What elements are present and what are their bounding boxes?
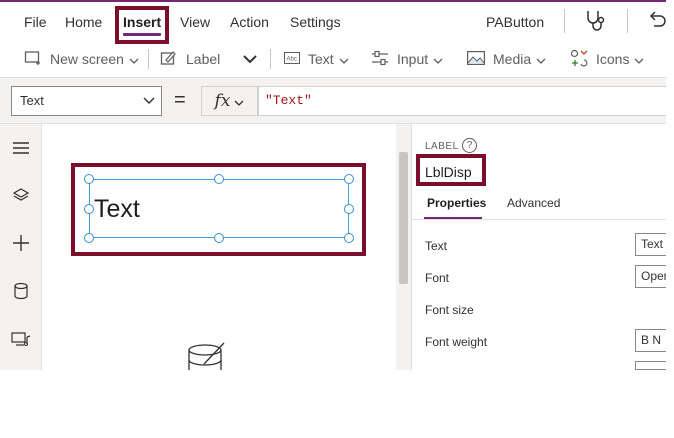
left-rail bbox=[0, 124, 42, 370]
menu-divider bbox=[564, 9, 565, 33]
tab-advanced[interactable]: Advanced bbox=[507, 196, 560, 210]
text-input-icon: Abc bbox=[284, 51, 300, 67]
resize-handle-left[interactable] bbox=[84, 204, 94, 214]
new-screen-icon bbox=[24, 50, 42, 69]
plus-icon[interactable] bbox=[7, 229, 35, 257]
window-right-edge bbox=[666, 0, 674, 370]
label-button[interactable]: Label bbox=[160, 40, 220, 78]
resize-handle-right[interactable] bbox=[344, 204, 354, 214]
resize-handle-top-right[interactable] bbox=[344, 174, 354, 184]
screenshot-bottom-area bbox=[0, 370, 674, 438]
data-source-icon bbox=[186, 342, 228, 372]
new-screen-button[interactable]: New screen bbox=[24, 40, 139, 78]
resize-handle-bottom[interactable] bbox=[214, 233, 224, 243]
input-button[interactable]: Input bbox=[371, 40, 443, 78]
help-icon[interactable]: ? bbox=[462, 138, 477, 153]
hamburger-icon[interactable] bbox=[7, 134, 35, 162]
label-button-text: Label bbox=[186, 51, 221, 67]
new-screen-label: New screen bbox=[50, 51, 124, 67]
menu-file[interactable]: File bbox=[24, 2, 47, 40]
menu-divider-2 bbox=[627, 9, 628, 33]
app-name: PAButton bbox=[486, 14, 545, 30]
label-control-text[interactable]: Text bbox=[94, 194, 140, 224]
property-label-font-size: Font size bbox=[425, 303, 474, 317]
undo-icon[interactable] bbox=[648, 10, 666, 30]
fx-icon: fx bbox=[214, 91, 231, 111]
label-dropdown-button[interactable] bbox=[242, 40, 258, 78]
label-edit-icon bbox=[160, 50, 176, 69]
media-library-icon[interactable] bbox=[7, 325, 35, 353]
chevron-down-icon bbox=[143, 87, 155, 125]
toolbar-divider-2 bbox=[270, 49, 271, 69]
media-button-label: Media bbox=[493, 51, 532, 67]
resize-handle-bottom-left[interactable] bbox=[84, 233, 94, 243]
input-button-label: Input bbox=[397, 51, 429, 67]
layers-icon[interactable] bbox=[7, 181, 35, 209]
chevron-down-icon bbox=[129, 51, 139, 67]
menu-action[interactable]: Action bbox=[230, 2, 269, 40]
media-button[interactable]: Media bbox=[467, 40, 546, 78]
property-font-dropdown[interactable]: Open bbox=[635, 265, 666, 288]
tab-properties[interactable]: Properties bbox=[427, 196, 486, 210]
equals-sign: = bbox=[174, 89, 186, 111]
chevron-down-icon bbox=[242, 51, 258, 67]
chevron-down-icon bbox=[536, 51, 546, 67]
toolbar-divider bbox=[148, 49, 149, 69]
property-dropdown[interactable]: Text bbox=[11, 86, 162, 116]
property-label-font-weight: Font weight bbox=[425, 335, 488, 349]
property-text-input[interactable]: Text bbox=[635, 233, 666, 256]
input-sliders-icon bbox=[371, 50, 389, 69]
media-image-icon bbox=[467, 50, 485, 68]
property-next-field[interactable] bbox=[635, 361, 666, 370]
formula-bar: Text = fx "Text" bbox=[0, 78, 666, 124]
chevron-down-icon bbox=[339, 51, 349, 67]
svg-text:Abc: Abc bbox=[287, 57, 297, 63]
icons-shapes-icon bbox=[570, 49, 588, 70]
chevron-down-icon bbox=[234, 94, 244, 109]
control-type-label: LABEL bbox=[425, 141, 459, 152]
chevron-down-icon bbox=[634, 51, 644, 67]
chevron-down-icon bbox=[433, 51, 443, 67]
icons-button[interactable]: Icons bbox=[570, 40, 644, 78]
property-label-text: Text bbox=[425, 239, 448, 253]
formula-input[interactable]: "Text" bbox=[258, 86, 666, 116]
text-button-label: Text bbox=[308, 51, 334, 67]
property-font-weight-dropdown[interactable]: B N bbox=[635, 329, 666, 352]
menu-home[interactable]: Home bbox=[65, 2, 102, 40]
property-label-font: Font bbox=[425, 271, 450, 285]
canvas-scrollbar-thumb[interactable] bbox=[399, 152, 408, 284]
menu-settings[interactable]: Settings bbox=[290, 2, 341, 40]
menu-view[interactable]: View bbox=[180, 2, 210, 40]
insert-toolbar: New screen Label Abc Text Input Media Ic… bbox=[0, 40, 666, 78]
database-icon[interactable] bbox=[7, 277, 35, 305]
insert-highlight-box bbox=[115, 6, 169, 44]
menu-bar: File Home Insert View Action Settings bbox=[0, 2, 674, 40]
fx-button[interactable]: fx bbox=[201, 86, 258, 116]
control-name[interactable]: LblDisp bbox=[425, 164, 472, 180]
tab-divider bbox=[412, 219, 666, 220]
property-dropdown-value: Text bbox=[20, 93, 44, 108]
resize-handle-top[interactable] bbox=[214, 174, 224, 184]
text-button[interactable]: Abc Text bbox=[284, 40, 349, 78]
resize-handle-bottom-right[interactable] bbox=[344, 233, 354, 243]
resize-handle-top-left[interactable] bbox=[84, 174, 94, 184]
stethoscope-icon[interactable] bbox=[584, 8, 608, 34]
icons-button-label: Icons bbox=[596, 51, 630, 67]
